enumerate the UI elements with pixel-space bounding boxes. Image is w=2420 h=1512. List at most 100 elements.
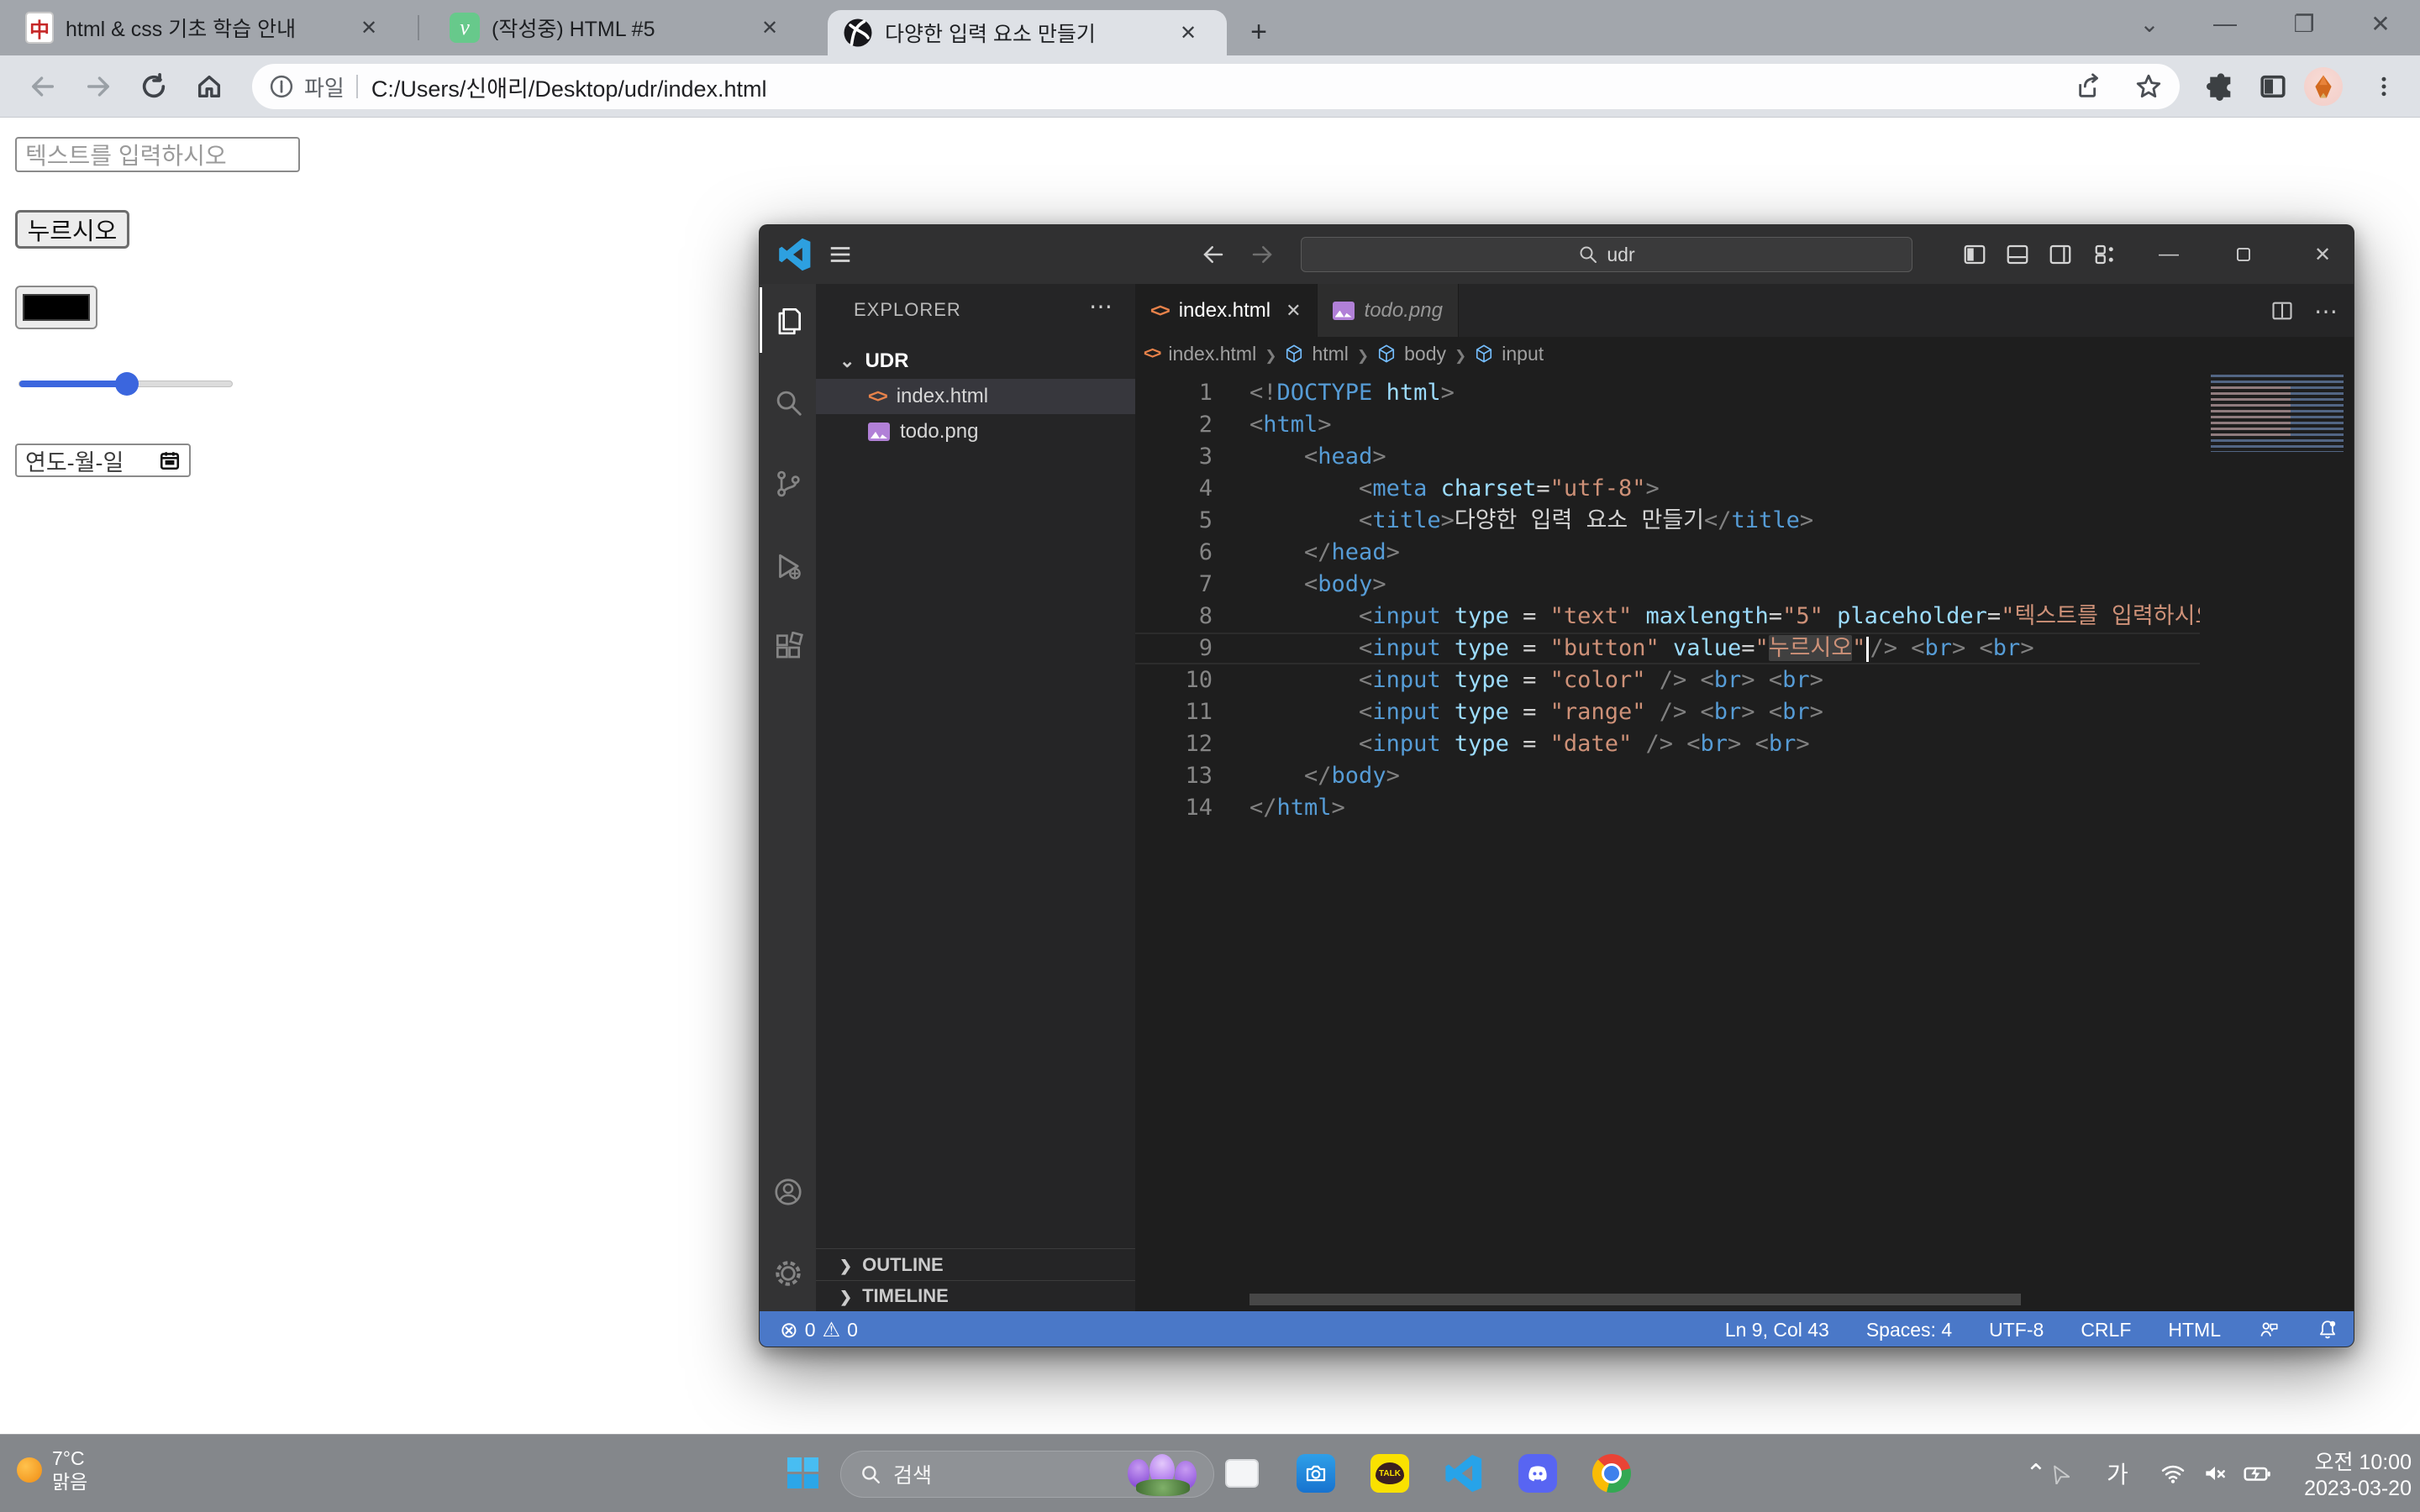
code-line-11[interactable]: 11 <input type = "range" /> <br> <br>: [1135, 696, 2200, 728]
code-line-14[interactable]: 14</html>: [1135, 792, 2200, 824]
taskbar-weather-widget[interactable]: 7°C 맑음: [17, 1446, 87, 1494]
eol-sequence[interactable]: CRLF: [2081, 1319, 2131, 1341]
browser-tab-3-active[interactable]: 다양한 입력 요소 만들기: [828, 10, 1227, 55]
code-line-7[interactable]: 7 <body>: [1135, 569, 2200, 601]
browser-tab-1[interactable]: 中 html & css 기초 학습 안내: [25, 0, 403, 55]
window-app-icon[interactable]: [1215, 1448, 1269, 1499]
run-debug-icon[interactable]: [760, 533, 816, 599]
code-line-2[interactable]: 2<html>: [1135, 409, 2200, 441]
tab-close-icon[interactable]: [755, 13, 784, 42]
code-line-6[interactable]: 6 </head>: [1135, 537, 2200, 569]
search-sidebar-icon[interactable]: [760, 370, 816, 435]
toggle-sidebar-icon[interactable]: [1956, 236, 1993, 273]
chrome-app-icon[interactable]: [1585, 1448, 1639, 1499]
encoding[interactable]: UTF-8: [1989, 1319, 2044, 1341]
code-line-9[interactable]: 9 <input type = "button" value="누르시오"/> …: [1135, 633, 2200, 664]
start-button[interactable]: [787, 1457, 818, 1488]
search-highlight-flowers-image[interactable]: [1121, 1451, 1213, 1498]
ime-korean-indicator[interactable]: 가: [2096, 1448, 2139, 1499]
outline-section[interactable]: OUTLINE: [816, 1248, 1135, 1280]
bookmark-star-icon[interactable]: [2134, 72, 2163, 101]
code-line-12[interactable]: 12 <input type = "date" /> <br> <br>: [1135, 728, 2200, 760]
browser-tab-2[interactable]: v (작성중) HTML #5: [450, 0, 811, 55]
new-tab-button[interactable]: [1240, 13, 1277, 50]
extensions-puzzle-icon[interactable]: [2202, 67, 2240, 106]
browser-restore-button[interactable]: ❐: [2284, 0, 2324, 47]
vscode-back-icon[interactable]: [1195, 236, 1232, 273]
vscode-app-icon[interactable]: [1437, 1448, 1491, 1499]
code-line-1[interactable]: 1<!DOCTYPE html>: [1135, 377, 2200, 409]
page-button[interactable]: 누르시오: [15, 210, 129, 249]
problems-indicator[interactable]: ⊗ 0 ⚠ 0: [780, 1317, 858, 1343]
breadcrumb-file[interactable]: index.html: [1168, 343, 1256, 365]
minimap[interactable]: [2211, 375, 2344, 452]
code-line-8[interactable]: 8 <input type = "text" maxlength="5" pla…: [1135, 601, 2200, 633]
wifi-icon[interactable]: [2151, 1448, 2195, 1499]
toggle-secondary-sidebar-icon[interactable]: [2042, 236, 2079, 273]
editor-tab-index-html[interactable]: <> index.html: [1135, 284, 1318, 337]
volume-muted-icon[interactable]: [2193, 1448, 2237, 1499]
explorer-files-icon[interactable]: [760, 287, 816, 353]
calendar-icon[interactable]: [159, 449, 181, 471]
language-mode[interactable]: HTML: [2168, 1319, 2221, 1341]
feedback-icon[interactable]: [2258, 1319, 2280, 1341]
customize-layout-icon[interactable]: [2087, 236, 2124, 273]
page-date-input[interactable]: 연도-월-일: [15, 444, 191, 477]
indentation[interactable]: Spaces: 4: [1866, 1319, 1952, 1341]
page-range-slider[interactable]: [18, 381, 233, 387]
code-line-4[interactable]: 4 <meta charset="utf-8">: [1135, 473, 2200, 505]
code-line-3[interactable]: 3 <head>: [1135, 441, 2200, 473]
vscode-forward-icon[interactable]: [1244, 236, 1281, 273]
split-editor-icon[interactable]: [2264, 292, 2301, 329]
taskbar-search[interactable]: 검색: [840, 1451, 1214, 1498]
tab-close-icon[interactable]: [1174, 18, 1202, 47]
code-line-13[interactable]: 13 </body>: [1135, 760, 2200, 792]
breadcrumb-body[interactable]: body: [1404, 343, 1446, 365]
notifications-bell-icon[interactable]: [2317, 1319, 2338, 1341]
range-thumb[interactable]: [115, 372, 139, 396]
forward-icon[interactable]: [79, 67, 118, 106]
tab-close-icon[interactable]: [355, 13, 383, 42]
explorer-file-todo-png[interactable]: todo.png: [816, 414, 1135, 449]
settings-gear-icon[interactable]: [760, 1241, 816, 1306]
breadcrumb-input[interactable]: input: [1502, 343, 1544, 365]
vscode-minimize-button[interactable]: —: [2150, 236, 2187, 273]
reload-icon[interactable]: [134, 67, 173, 106]
toggle-panel-icon[interactable]: [1999, 236, 2036, 273]
timeline-section[interactable]: TIMELINE: [816, 1280, 1135, 1311]
back-icon[interactable]: [24, 67, 62, 106]
hamburger-menu-icon[interactable]: [822, 236, 859, 273]
home-icon[interactable]: [190, 67, 229, 106]
browser-close-button[interactable]: ✕: [2360, 0, 2401, 47]
address-bar[interactable]: 파일 C:/Users/신애리/Desktop/udr/index.html: [252, 64, 2180, 109]
browser-minimize-button[interactable]: —: [2205, 0, 2245, 47]
profile-avatar[interactable]: [2304, 67, 2343, 106]
taskbar-clock[interactable]: 오전 10:00 2023-03-20: [2259, 1450, 2412, 1502]
browser-tab-search-icon[interactable]: ⌄: [2129, 0, 2170, 47]
side-panel-icon[interactable]: [2254, 67, 2292, 106]
explorer-folder-udr[interactable]: UDR: [816, 344, 1135, 379]
close-icon[interactable]: [1286, 300, 1301, 322]
source-control-icon[interactable]: [760, 451, 816, 517]
browser-menu-kebab-icon[interactable]: [2365, 67, 2403, 106]
page-color-input[interactable]: [15, 286, 97, 329]
editor-tab-todo-png[interactable]: todo.png: [1318, 284, 1459, 337]
code-line-10[interactable]: 10 <input type = "color" /> <br> <br>: [1135, 664, 2200, 696]
code-editor[interactable]: 1<!DOCTYPE html>2<html>3 <head>4 <meta c…: [1135, 370, 2200, 1299]
vscode-search-box[interactable]: udr: [1301, 237, 1912, 272]
explorer-more-actions-icon[interactable]: [1089, 292, 1113, 320]
vscode-maximize-button[interactable]: [2225, 236, 2262, 273]
camera-app-icon[interactable]: [1289, 1448, 1343, 1499]
kakaotalk-app-icon[interactable]: TALK: [1363, 1448, 1417, 1499]
editor-more-actions-icon[interactable]: ⋯: [2307, 292, 2344, 329]
share-icon[interactable]: [2075, 72, 2104, 101]
page-text-input[interactable]: 텍스트를 입력하시오: [15, 137, 300, 172]
vscode-close-button[interactable]: ✕: [2304, 236, 2341, 273]
breadcrumb-html[interactable]: html: [1312, 343, 1348, 365]
explorer-file-index-html[interactable]: <> index.html: [816, 379, 1135, 414]
code-line-5[interactable]: 5 <title>다양한 입력 요소 만들기</title>: [1135, 505, 2200, 537]
account-icon[interactable]: [760, 1159, 816, 1225]
horizontal-scrollbar[interactable]: [1249, 1294, 2021, 1305]
cursor-position[interactable]: Ln 9, Col 43: [1725, 1319, 1829, 1341]
info-icon[interactable]: [269, 74, 294, 99]
